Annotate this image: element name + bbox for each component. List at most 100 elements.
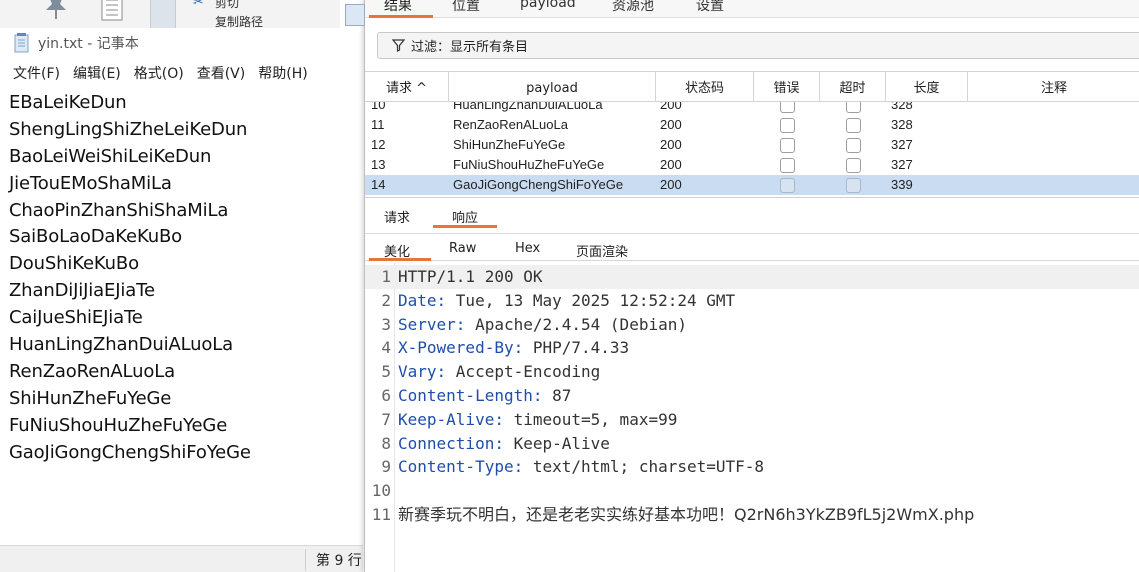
error-checkbox[interactable] (780, 102, 795, 113)
table-row[interactable]: 12 ShiHunZheFuYeGe 200 327 (365, 135, 1139, 155)
tab-results[interactable]: 结果 (384, 0, 412, 15)
error-checkbox[interactable] (780, 158, 795, 173)
response-line: 9 Content-Type: text/html; charset=UTF-8 (365, 455, 1139, 479)
cell-payload: ShiHunZheFuYeGe (453, 137, 566, 152)
notepad-text-area[interactable]: EBaLeiKeDun ShengLingShiZheLeiKeDun BaoL… (0, 88, 363, 466)
header-name: Connection (398, 433, 495, 453)
text-line: SaiBoLaoDaKeKuBo (9, 226, 183, 248)
tab-payload[interactable]: payload (520, 0, 576, 11)
header-value: Keep-Alive (513, 433, 610, 453)
header-name: Date (398, 290, 437, 310)
error-checkbox[interactable] (780, 118, 795, 133)
column-payload[interactable]: payload (449, 72, 656, 102)
notepad-file-icon (14, 33, 29, 53)
error-checkbox[interactable] (780, 138, 795, 153)
table-row[interactable]: 11 RenZaoRenALuoLa 200 328 (365, 115, 1139, 135)
request-response-tabs: 请求 响应 (365, 197, 1139, 228)
response-editor[interactable]: 1 HTTP/1.1 200 OK 2 Date: Tue, 13 May 20… (365, 263, 1139, 572)
results-tab-bar: 结果 位置 payload 资源池 设置 (365, 0, 1139, 18)
menu-help[interactable]: 帮助(H) (258, 63, 307, 83)
menu-format[interactable]: 格式(O) (134, 63, 184, 83)
ribbon-cut-label[interactable]: 剪切 (215, 0, 239, 11)
filter-label: 过滤：显示所有条目 (411, 40, 529, 55)
text-line: ShiHunZheFuYeGe (9, 387, 172, 409)
active-tab-underline (369, 258, 431, 261)
timeout-checkbox[interactable] (846, 178, 861, 193)
response-line: 4 X-Powered-By: PHP/7.4.33 (365, 336, 1139, 360)
response-line: 10 (365, 479, 1139, 503)
filter-bar[interactable]: 过滤：显示所有条目 (377, 32, 1139, 59)
explorer-ribbon-strip: ✂ 剪切 复制路径 (0, 0, 340, 30)
response-line: 6 Content-Length: 87 (365, 384, 1139, 408)
table-body: 10 HuanLingZhanDuiALuoLa 200 328 11 RenZ… (365, 102, 1139, 195)
text-line: ShengLingShiZheLeiKeDun (9, 118, 248, 140)
cell-status: 200 (660, 137, 682, 152)
cell-payload: FuNiuShouHuZheFuYeGe (453, 157, 605, 172)
tab-response[interactable]: 响应 (452, 207, 478, 226)
column-error[interactable]: 错误 (754, 72, 820, 102)
cell-request: 14 (371, 177, 386, 192)
line-number: 11 (371, 505, 391, 524)
tab-resource-pool[interactable]: 资源池 (612, 0, 654, 15)
cell-length: 339 (891, 177, 913, 192)
text-line: HuanLingZhanDuiALuoLa (9, 334, 234, 356)
column-length[interactable]: 长度 (886, 72, 968, 102)
text-line: FuNiuShouHuZheFuYeGe (9, 414, 228, 436)
header-value: Apache/2.4.54 (Debian) (475, 314, 687, 334)
menu-file[interactable]: 文件(F) (13, 63, 60, 83)
cell-status: 200 (660, 117, 682, 132)
column-status[interactable]: 状态码 (656, 72, 754, 102)
column-comment[interactable]: 注释 (968, 72, 1139, 102)
timeout-checkbox[interactable] (846, 118, 861, 133)
scissors-icon: ✂ (193, 0, 204, 9)
line-number: 5 (381, 362, 391, 382)
copy-document-icon[interactable] (98, 0, 128, 22)
text-line: EBaLeiKeDun (9, 92, 127, 113)
header-name: Server (398, 314, 456, 334)
timeout-checkbox[interactable] (846, 102, 861, 113)
text-line: DouShiKeKuBo (9, 253, 139, 275)
error-checkbox[interactable] (780, 178, 795, 193)
notepad-title: yin.txt - 记事本 (38, 36, 139, 52)
column-timeout[interactable]: 超时 (820, 72, 886, 102)
text-line: ZhanDiJiJiaEJiaTe (9, 280, 155, 302)
tab-hex[interactable]: Hex (515, 241, 540, 256)
tab-raw[interactable]: Raw (449, 241, 476, 256)
header-value: PHP/7.4.33 (532, 338, 630, 358)
table-row-selected[interactable]: 14 GaoJiGongChengShiFoYeGe 200 339 (365, 175, 1139, 195)
table-row[interactable]: 10 HuanLingZhanDuiALuoLa 200 328 (365, 102, 1139, 115)
column-request[interactable]: 请求 ^ (365, 72, 449, 102)
cell-length: 327 (891, 157, 913, 172)
timeout-checkbox[interactable] (846, 138, 861, 153)
text-line: CaiJueShiEJiaTe (9, 307, 143, 329)
text-line: RenZaoRenALuoLa (9, 360, 175, 382)
response-line: 7 Keep-Alive: timeout=5, max=99 (365, 408, 1139, 432)
response-body: 新赛季玩不明白，还是老老实实练好基本功吧！Q2rN6h3YkZB9fL5j2Wm… (398, 505, 975, 524)
cell-length: 327 (891, 137, 913, 152)
timeout-checkbox[interactable] (846, 158, 861, 173)
table-row[interactable]: 13 FuNiuShouHuZheFuYeGe 200 327 (365, 155, 1139, 175)
cell-request: 12 (371, 137, 386, 152)
tab-positions[interactable]: 位置 (452, 0, 480, 15)
header-value: text/html; charset=UTF-8 (532, 457, 765, 477)
cell-request: 11 (371, 117, 385, 132)
line-number: 10 (371, 481, 391, 501)
notepad-title-bar: yin.txt - 记事本 (0, 28, 363, 58)
text-line: JieTouEMoShaMiLa (9, 172, 172, 194)
cursor-position: 第 9 行 (316, 553, 362, 569)
tab-render[interactable]: 页面渲染 (576, 241, 628, 260)
menu-edit[interactable]: 编辑(E) (73, 63, 121, 83)
tab-request[interactable]: 请求 (384, 207, 410, 226)
tab-settings[interactable]: 设置 (696, 0, 724, 15)
response-view-tabs: 美化 Raw Hex 页面渲染 (365, 233, 1139, 261)
line-number: 3 (381, 314, 391, 334)
back-arrow-icon[interactable] (345, 4, 365, 26)
cell-request: 13 (371, 157, 386, 172)
response-line: 11 新赛季玩不明白，还是老老实实练好基本功吧！Q2rN6h3YkZB9fL5j… (365, 503, 1139, 527)
paste-button[interactable] (150, 0, 176, 30)
cell-status: 200 (660, 157, 682, 172)
line-number: 6 (381, 386, 391, 405)
text-line: GaoJiGongChengShiFoYeGe (9, 441, 251, 463)
pin-icon[interactable] (42, 0, 70, 20)
menu-view[interactable]: 查看(V) (197, 63, 246, 83)
